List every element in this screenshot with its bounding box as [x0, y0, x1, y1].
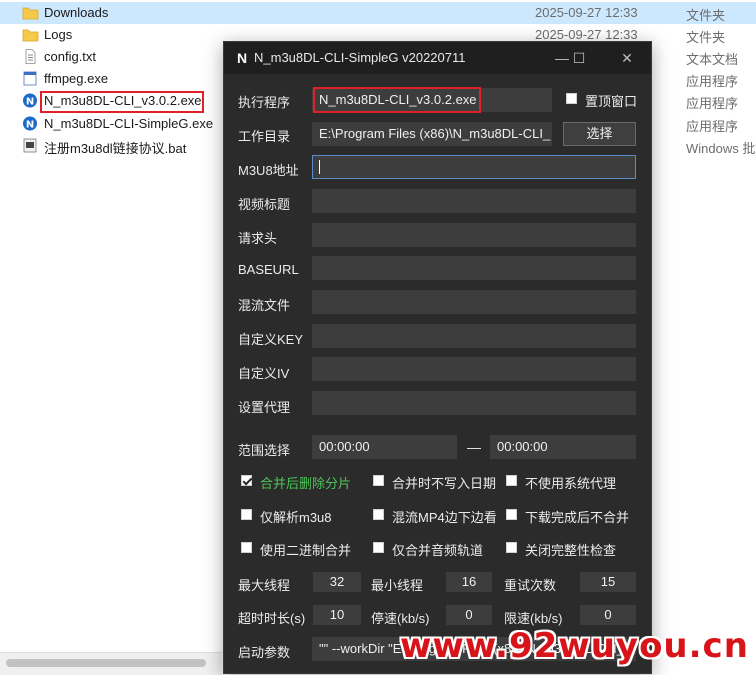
exec-field[interactable]: N_m3u8DL-CLI_v3.0.2.exe: [312, 88, 552, 112]
proxy-label: 设置代理: [238, 400, 291, 415]
file-date: 2025-09-27 12:33: [535, 27, 638, 42]
min-threads-label: 最小线程: [371, 578, 424, 593]
n-app-icon: N: [22, 116, 39, 131]
file-type: 文件夹: [686, 8, 726, 23]
min-threads-input[interactable]: 16: [446, 572, 492, 592]
no-merge-box[interactable]: [506, 509, 517, 520]
text-file-icon: [22, 49, 39, 64]
custom-iv-input[interactable]: [312, 357, 636, 381]
file-name: 注册m3u8dl链接协议.bat: [44, 141, 187, 156]
no-date-label: 合并时不写入日期: [392, 476, 497, 491]
custom-iv-label: 自定义IV: [238, 366, 290, 381]
mux-file-input[interactable]: [312, 290, 636, 314]
app-n-icon: N: [236, 50, 248, 66]
limit-speed-label: 限速(kb/s): [504, 611, 563, 626]
svg-text:N: N: [26, 120, 34, 131]
file-name: ffmpeg.exe: [44, 71, 109, 86]
title-bar[interactable]: N N_m3u8DL-CLI-SimpleG v20220711 — ☐ ✕: [224, 42, 651, 74]
file-type: 文件夹: [686, 30, 726, 45]
range-start-input[interactable]: 00:00:00: [312, 435, 457, 459]
binary-merge-label: 使用二进制合并: [260, 543, 352, 558]
launch-params-label: 启动参数: [238, 645, 291, 660]
proxy-input[interactable]: [312, 391, 636, 415]
stop-speed-input[interactable]: 0: [446, 605, 492, 625]
parse-only-label: 仅解析m3u8: [260, 510, 332, 525]
mux-file-label: 混流文件: [238, 298, 291, 313]
site-watermark: www.92wuyou.cn: [400, 626, 749, 666]
merge-delete-box[interactable]: [241, 475, 252, 486]
retry-input[interactable]: 15: [580, 572, 636, 592]
baseurl-input[interactable]: [312, 256, 636, 280]
file-name: config.txt: [44, 49, 97, 64]
file-type: 应用程序: [686, 119, 739, 134]
maximize-button[interactable]: ☐: [564, 46, 594, 70]
mux-mp4-box[interactable]: [373, 509, 384, 520]
folder-icon: [22, 5, 39, 20]
range-dash: —: [467, 439, 481, 455]
m3u8-label: M3U8地址: [238, 163, 299, 178]
file-type: Windows 批: [686, 141, 756, 156]
close-button[interactable]: ✕: [612, 46, 642, 70]
workdir-label: 工作目录: [238, 129, 291, 144]
file-row[interactable]: Downloads 2025-09-27 12:33 文件夹: [0, 2, 756, 24]
stop-speed-label: 停速(kb/s): [371, 611, 430, 626]
no-date-box[interactable]: [373, 475, 384, 486]
custom-key-label: 自定义KEY: [238, 332, 304, 347]
timeout-label: 超时时长(s): [238, 611, 306, 626]
select-button[interactable]: 选择: [563, 122, 636, 146]
custom-key-input[interactable]: [312, 324, 636, 348]
text-caret: [319, 160, 320, 174]
horizontal-scrollbar[interactable]: [0, 652, 222, 675]
baseurl-label: BASEURL: [238, 262, 299, 277]
svg-text:N: N: [26, 97, 34, 108]
window-title: N_m3u8DL-CLI-SimpleG v20220711: [254, 50, 466, 65]
no-integrity-label: 关闭完整性检查: [525, 543, 617, 558]
retry-label: 重试次数: [504, 578, 557, 593]
workdir-field[interactable]: E:\Program Files (x86)\N_m3u8DL-CLI_: [312, 122, 552, 146]
title-label: 视频标题: [238, 197, 291, 212]
file-date: 2025-09-27 12:33: [535, 5, 638, 20]
mux-mp4-label: 混流MP4边下边看: [392, 510, 497, 525]
parse-only-box[interactable]: [241, 509, 252, 520]
exe-icon: [22, 71, 39, 86]
topmost-label: 置顶窗口: [585, 94, 638, 109]
n-app-icon: N: [22, 93, 39, 108]
no-sys-proxy-box[interactable]: [506, 475, 517, 486]
audio-only-label: 仅合并音频轨道: [392, 543, 484, 558]
file-type: 应用程序: [686, 74, 739, 89]
no-integrity-box[interactable]: [506, 542, 517, 553]
title-input[interactable]: [312, 189, 636, 213]
no-merge-label: 下载完成后不合并: [525, 510, 630, 525]
merge-delete-label: 合并后删除分片: [260, 476, 352, 491]
scrollbar-thumb[interactable]: [6, 659, 206, 667]
folder-icon: [22, 27, 39, 42]
file-type: 应用程序: [686, 96, 739, 111]
file-type: 文本文档: [686, 52, 739, 67]
range-label: 范围选择: [238, 443, 291, 458]
limit-speed-input[interactable]: 0: [580, 605, 636, 625]
timeout-input[interactable]: 10: [313, 605, 361, 625]
range-end-input[interactable]: 00:00:00: [490, 435, 636, 459]
header-label: 请求头: [238, 231, 278, 246]
no-sys-proxy-label: 不使用系统代理: [525, 476, 617, 491]
file-name: Logs: [44, 27, 73, 42]
bat-file-icon: [22, 138, 39, 153]
binary-merge-box[interactable]: [241, 542, 252, 553]
exec-label: 执行程序: [238, 95, 291, 110]
m3u8-input[interactable]: [312, 155, 636, 179]
file-name: Downloads: [44, 5, 109, 20]
audio-only-box[interactable]: [373, 542, 384, 553]
max-threads-input[interactable]: 32: [313, 572, 361, 592]
highlight-box: [40, 91, 204, 113]
header-input[interactable]: [312, 223, 636, 247]
file-name: N_m3u8DL-CLI-SimpleG.exe: [44, 116, 214, 131]
topmost-checkbox-box[interactable]: [566, 93, 577, 104]
max-threads-label: 最大线程: [238, 578, 291, 593]
